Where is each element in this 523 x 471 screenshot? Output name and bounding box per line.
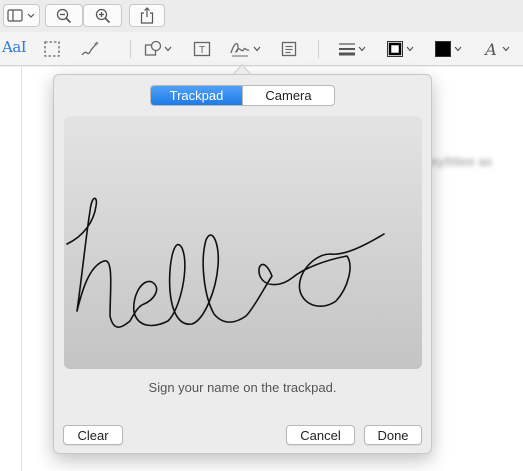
svg-text:A: A bbox=[483, 40, 497, 58]
text-box-button[interactable]: T bbox=[193, 38, 211, 60]
cancel-button[interactable]: Cancel bbox=[286, 425, 355, 445]
signature-button[interactable] bbox=[229, 38, 261, 60]
signature-pad[interactable] bbox=[64, 116, 422, 369]
signature-source-tabs: Trackpad Camera bbox=[150, 85, 335, 106]
chevron-down-icon bbox=[253, 46, 261, 52]
signature-stroke bbox=[66, 197, 385, 328]
tab-trackpad[interactable]: Trackpad bbox=[151, 86, 242, 105]
text-style-button[interactable]: AaI bbox=[2, 38, 27, 56]
font-button[interactable]: A bbox=[482, 38, 510, 60]
toolbar-divider bbox=[130, 40, 131, 58]
window-toolbar bbox=[0, 0, 523, 32]
fill-color-icon bbox=[435, 41, 451, 57]
chevron-down-icon bbox=[358, 46, 366, 52]
popover-arrow-fill bbox=[234, 65, 250, 74]
chevron-down-icon bbox=[164, 46, 172, 52]
chevron-down-icon bbox=[406, 46, 414, 52]
shapes-icon bbox=[144, 40, 162, 56]
share-button[interactable] bbox=[129, 4, 165, 27]
zoom-in-icon bbox=[95, 8, 110, 23]
zoom-out-button[interactable] bbox=[45, 4, 83, 27]
line-style-button[interactable] bbox=[338, 38, 366, 60]
clear-button[interactable]: Clear bbox=[63, 425, 123, 445]
tab-camera[interactable]: Camera bbox=[242, 86, 334, 105]
font-icon: A bbox=[483, 40, 497, 58]
share-icon bbox=[140, 7, 154, 24]
zoom-out-icon bbox=[56, 8, 72, 23]
done-button[interactable]: Done bbox=[364, 425, 422, 445]
zoom-in-button[interactable] bbox=[83, 4, 122, 27]
document-text-fragment: ey/titlee as bbox=[430, 154, 493, 169]
chevron-down-icon bbox=[502, 46, 510, 52]
text-box-icon: T bbox=[193, 41, 211, 57]
markup-toolbar: T A bbox=[0, 32, 523, 66]
fill-color-button[interactable] bbox=[434, 38, 462, 60]
border-color-button[interactable] bbox=[386, 38, 414, 60]
document-margin bbox=[0, 67, 22, 471]
sketch-button[interactable] bbox=[80, 38, 100, 60]
rectangular-selection-icon bbox=[44, 41, 60, 57]
toolbar-divider bbox=[318, 40, 319, 58]
sketch-icon bbox=[81, 41, 99, 56]
note-icon bbox=[281, 41, 297, 57]
sidebar-icon bbox=[6, 8, 34, 22]
border-color-icon bbox=[387, 41, 403, 57]
signature-icon bbox=[230, 42, 250, 57]
signature-instruction: Sign your name on the trackpad. bbox=[148, 380, 337, 395]
chevron-down-icon bbox=[454, 46, 462, 52]
svg-text:T: T bbox=[199, 45, 205, 56]
rectangular-selection-button[interactable] bbox=[43, 38, 61, 60]
signature-popover: Trackpad Camera Sign your name on the tr… bbox=[53, 74, 432, 454]
sidebar-toggle-button[interactable] bbox=[3, 4, 40, 27]
note-button[interactable] bbox=[281, 38, 297, 60]
line-style-icon bbox=[339, 43, 355, 56]
shapes-button[interactable] bbox=[144, 38, 172, 60]
